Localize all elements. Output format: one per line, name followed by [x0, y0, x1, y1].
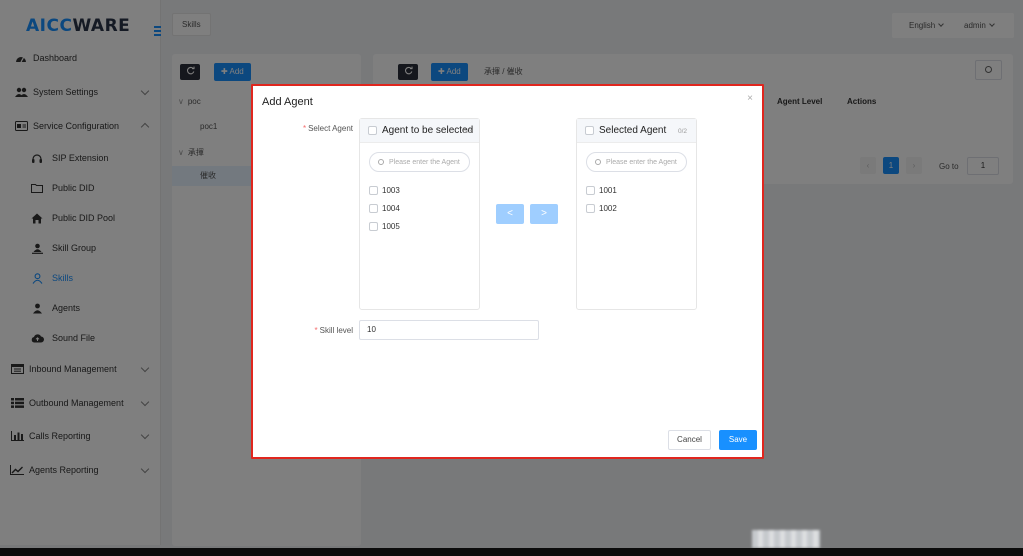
transfer-source-list: Agent to be selected 0/3 Please enter th…	[359, 118, 480, 310]
transfer-source-search[interactable]: Please enter the Agent	[369, 152, 470, 172]
add-agent-dialog: Add Agent × * Select Agent Agent to be se…	[251, 84, 764, 459]
taskbar	[0, 548, 1023, 556]
transfer-target-search[interactable]: Please enter the Agent	[586, 152, 687, 172]
label-text: Skill level	[319, 326, 353, 335]
checkbox[interactable]	[369, 204, 378, 213]
save-button[interactable]: Save	[719, 430, 757, 450]
close-icon[interactable]: ×	[747, 93, 753, 104]
move-left-button[interactable]: <	[496, 204, 524, 224]
transfer-target-title: Selected Agent	[599, 125, 667, 136]
search-placeholder: Please enter the Agent	[606, 159, 677, 166]
label-text: Select Agent	[308, 124, 353, 133]
skill-level-input[interactable]: 10	[359, 320, 539, 340]
app-window: AICCWARE Dashboard System Settings	[0, 0, 1023, 556]
skill-level-label: * Skill level	[314, 326, 353, 335]
search-icon	[378, 159, 384, 165]
dialog-title: Add Agent	[262, 96, 313, 108]
checkbox[interactable]	[369, 186, 378, 195]
agent-id: 1004	[382, 204, 400, 213]
agent-id: 1002	[599, 204, 617, 213]
select-agent-label: * Select Agent	[302, 124, 353, 133]
transfer-source-title: Agent to be selected	[382, 125, 474, 136]
transfer-target-header: Selected Agent 0/2	[577, 119, 696, 143]
transfer-target-count: 0/2	[678, 128, 688, 135]
agent-id: 1005	[382, 222, 400, 231]
move-right-button[interactable]: >	[530, 204, 558, 224]
transfer-source-header: Agent to be selected 0/3	[360, 119, 479, 143]
checkbox[interactable]	[586, 204, 595, 213]
agent-id: 1001	[599, 186, 617, 195]
search-placeholder: Please enter the Agent	[389, 159, 460, 166]
cancel-button[interactable]: Cancel	[668, 430, 711, 450]
redacted-area	[752, 530, 820, 548]
select-all-checkbox[interactable]	[368, 126, 377, 135]
transfer-source-count: 0/3	[463, 128, 473, 135]
transfer-target-list: Selected Agent 0/2 Please enter the Agen…	[576, 118, 697, 310]
agent-id: 1003	[382, 186, 400, 195]
checkbox[interactable]	[369, 222, 378, 231]
search-icon	[595, 159, 601, 165]
checkbox[interactable]	[586, 186, 595, 195]
select-all-checkbox[interactable]	[585, 126, 594, 135]
